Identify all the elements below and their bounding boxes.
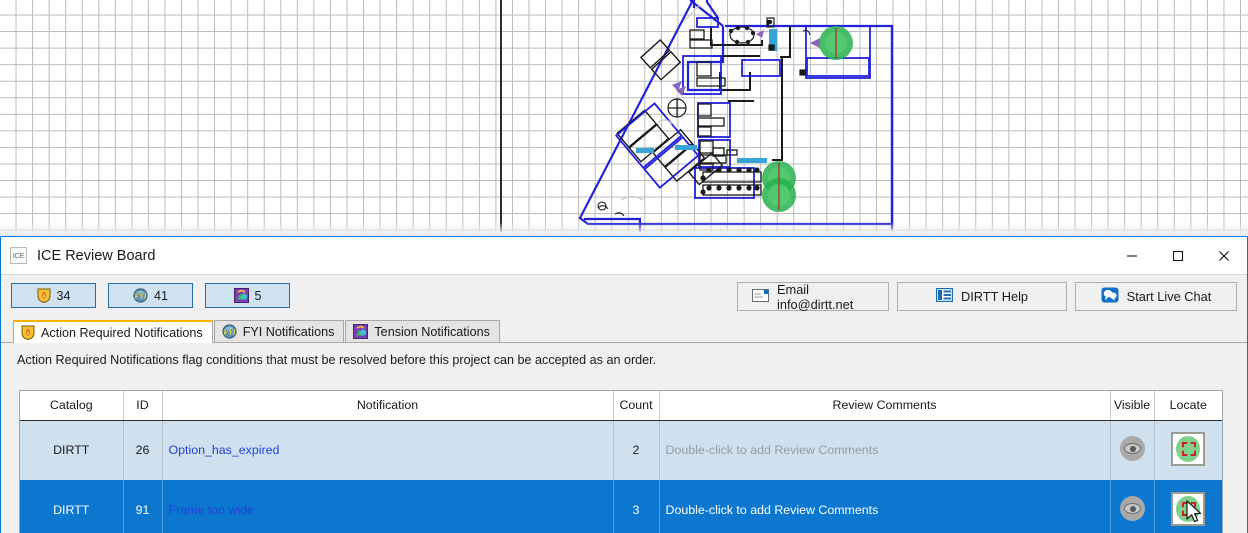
app-root: ICE ICE Review Board 34 FYI 41 5 Email i… — [0, 0, 1248, 533]
cell-visible[interactable] — [1110, 480, 1155, 533]
email-button-label: Email info@dirtt.net — [777, 281, 854, 312]
notification-count-pills: 34 FYI 41 5 — [11, 283, 290, 308]
notification-link[interactable]: Frame too wide — [169, 503, 254, 517]
tab-label-fyi: FYI Notifications — [242, 324, 335, 339]
column-header-locate[interactable]: Locate — [1154, 391, 1222, 421]
table-row[interactable]: DIRTT 91 Frame too wide 3 Double-click t… — [20, 480, 1222, 533]
cell-catalog: DIRTT — [20, 480, 124, 533]
column-header-count[interactable]: Count — [613, 391, 660, 421]
table-header-row: Catalog ID Notification Count Review Com… — [20, 391, 1222, 421]
eye-pupil — [1129, 506, 1136, 512]
close-button[interactable] — [1201, 237, 1247, 274]
tab-label-tension: Tension Notifications — [374, 324, 490, 339]
cell-count: 3 — [613, 480, 660, 533]
minimize-icon — [1127, 254, 1137, 257]
column-header-id[interactable]: ID — [123, 391, 163, 421]
fyi-count-value: 41 — [154, 288, 168, 303]
envelope-icon — [752, 288, 769, 305]
cell-count: 2 — [613, 420, 660, 480]
close-icon — [1219, 250, 1229, 261]
floor-plan-canvas[interactable] — [0, 0, 1248, 238]
panel-description: Action Required Notifications flag condi… — [1, 343, 1247, 376]
column-header-notification[interactable]: Notification — [162, 391, 614, 421]
cell-notification[interactable]: Option_has_expired — [162, 420, 614, 480]
cell-review-comments[interactable]: Double-click to add Review Comments — [659, 480, 1111, 533]
cell-locate[interactable] — [1154, 420, 1222, 480]
svg-text:FYI: FYI — [134, 292, 147, 301]
tension-count-value: 5 — [254, 288, 262, 303]
review-comments-placeholder[interactable]: Double-click to add Review Comments — [666, 443, 879, 457]
cell-visible[interactable] — [1110, 420, 1155, 480]
ice-review-board-window: ICE ICE Review Board 34 FYI 41 5 Email i… — [0, 236, 1248, 533]
toolbar: 34 FYI 41 5 Email info@dirtt.net DIRTT H… — [1, 274, 1247, 320]
start-live-chat-button-label: Start Live Chat — [1126, 289, 1212, 304]
tab-fyi-notifications[interactable]: FYI FYI Notifications — [213, 320, 345, 342]
review-comments-placeholder[interactable]: Double-click to add Review Comments — [666, 503, 879, 517]
cell-catalog: DIRTT — [20, 420, 124, 480]
window-titlebar[interactable]: ICE ICE Review Board — [1, 237, 1247, 274]
action-required-count-value: 34 — [56, 288, 71, 303]
cell-notification[interactable]: Frame too wide — [162, 480, 614, 533]
fyi-circle-icon: FYI — [222, 324, 237, 339]
toolbar-action-buttons: Email info@dirtt.net DIRTT Help Start Li… — [737, 281, 1237, 312]
table-row[interactable]: DIRTT 26 Option_has_expired 2 Double-cli… — [20, 420, 1222, 480]
cell-locate[interactable] — [1154, 480, 1222, 533]
start-live-chat-button[interactable]: Start Live Chat — [1075, 282, 1237, 311]
dirtt-help-button-label: DIRTT Help — [960, 289, 1029, 304]
tab-action-required-notifications[interactable]: Action Required Notifications — [13, 320, 213, 343]
floor-plan-drawing — [578, 0, 894, 232]
window-controls — [1109, 237, 1247, 274]
fyi-count-pill[interactable]: FYI 41 — [108, 283, 193, 308]
locate-dashed-box — [1182, 441, 1197, 456]
locate-dashed-box — [1182, 501, 1197, 516]
eye-icon[interactable] — [1119, 436, 1145, 462]
eye-icon[interactable] — [1119, 496, 1145, 521]
tension-icon — [233, 288, 249, 303]
column-header-catalog[interactable]: Catalog — [20, 391, 124, 421]
dirtt-help-button[interactable]: DIRTT Help — [897, 282, 1067, 311]
tab-tension-notifications[interactable]: Tension Notifications — [345, 320, 500, 342]
window-title: ICE Review Board — [37, 247, 156, 264]
tension-icon — [353, 324, 369, 339]
shield-flame-icon — [21, 325, 35, 341]
fyi-circle-icon: FYI — [133, 288, 148, 303]
column-header-visible[interactable]: Visible — [1110, 391, 1155, 421]
chat-bubble-icon — [1101, 287, 1119, 306]
svg-text:FYI: FYI — [223, 328, 236, 337]
maximize-icon — [1172, 250, 1184, 261]
help-grid-icon — [935, 287, 954, 305]
maximize-button[interactable] — [1155, 237, 1201, 274]
shield-flame-icon — [37, 288, 51, 304]
cell-review-comments[interactable]: Double-click to add Review Comments — [659, 420, 1111, 480]
tabstrip: Action Required Notifications FYI FYI No… — [1, 320, 1247, 343]
action-required-count-pill[interactable]: 34 — [11, 283, 96, 308]
minimize-button[interactable] — [1109, 237, 1155, 274]
eye-pupil — [1129, 446, 1136, 453]
tab-label-action-required: Action Required Notifications — [41, 325, 203, 340]
notifications-table[interactable]: Catalog ID Notification Count Review Com… — [19, 390, 1223, 533]
locate-target-icon[interactable] — [1171, 491, 1206, 526]
cell-id: 26 — [123, 420, 163, 480]
column-header-review-comments[interactable]: Review Comments — [659, 391, 1111, 421]
tension-count-pill[interactable]: 5 — [205, 283, 290, 308]
locate-target-icon[interactable] — [1171, 431, 1206, 466]
app-icon: ICE — [10, 247, 27, 264]
cell-id: 91 — [123, 480, 163, 533]
notification-link[interactable]: Option_has_expired — [169, 443, 280, 457]
email-button[interactable]: Email info@dirtt.net — [737, 281, 889, 312]
